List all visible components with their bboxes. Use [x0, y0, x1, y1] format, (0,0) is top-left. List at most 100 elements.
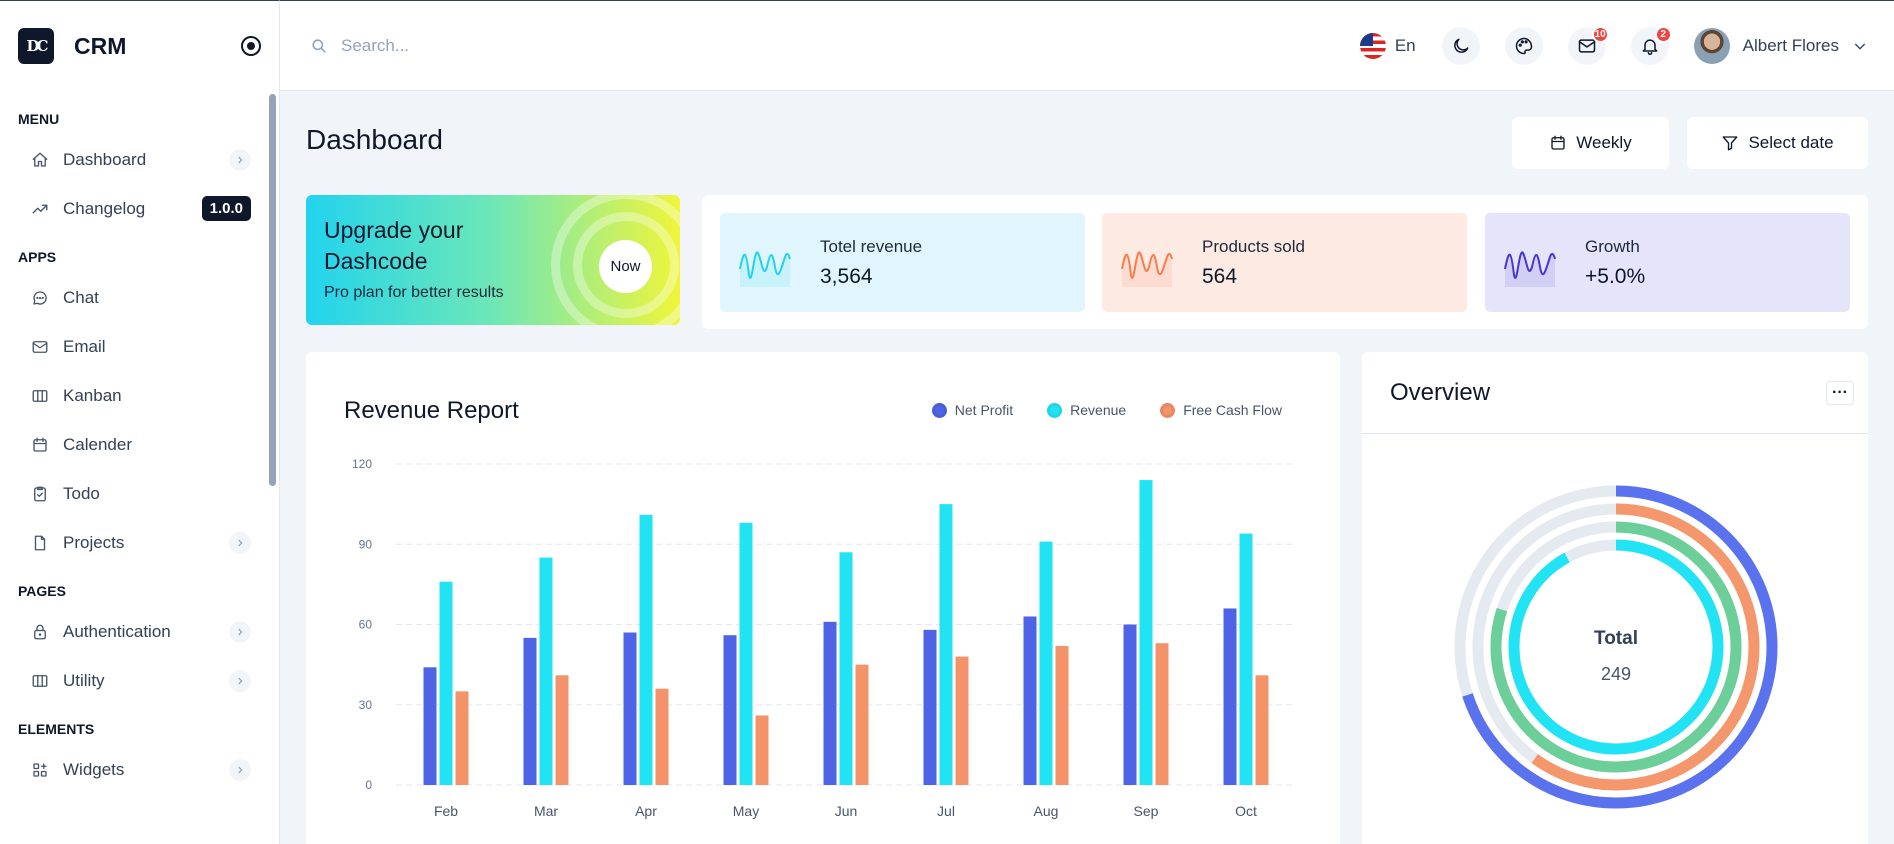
- bar-free-cash-flow-jun[interactable]: [855, 664, 869, 785]
- bar-revenue-sep[interactable]: [1139, 480, 1153, 785]
- weekly-button[interactable]: Weekly: [1512, 117, 1669, 169]
- section-title-elements: ELEMENTS: [18, 721, 95, 737]
- bar-free-cash-flow-may[interactable]: [755, 715, 769, 785]
- revenue-report-card: 0 30 60 90 120 Feb Mar Apr May Jun Jul Aug Sep Oct Re…: [306, 352, 1340, 844]
- select-date-label: Select date: [1748, 133, 1834, 152]
- language-label: En: [1394, 35, 1416, 55]
- upgrade-now-button[interactable]: Now: [599, 240, 652, 293]
- bar-free-cash-flow-sep[interactable]: [1155, 643, 1169, 785]
- bar-net-profit-mar[interactable]: [523, 637, 537, 785]
- notifications-button[interactable]: 2: [1630, 25, 1672, 65]
- home-icon: [30, 150, 50, 170]
- legend-item-net-profit[interactable]: Net Profit: [931, 402, 1013, 418]
- dark-mode-button[interactable]: [1441, 26, 1480, 65]
- x-tick-label: May: [733, 803, 759, 819]
- chevron-right-icon: [229, 531, 251, 554]
- x-tick-label: Oct: [1235, 803, 1257, 819]
- bar-revenue-oct[interactable]: [1239, 533, 1253, 785]
- bar-free-cash-flow-jul[interactable]: [955, 656, 969, 785]
- sidebar-item-chat[interactable]: Chat: [0, 273, 279, 322]
- sidebar-item-dashboard[interactable]: Dashboard: [0, 135, 279, 184]
- more-options-button[interactable]: ···: [1826, 380, 1854, 405]
- stat-label: Totel revenue: [820, 237, 923, 256]
- bar-free-cash-flow-feb[interactable]: [455, 691, 469, 785]
- calendar-icon: [1551, 135, 1565, 150]
- y-tick-label: 90: [359, 537, 373, 551]
- bar-revenue-jun[interactable]: [839, 552, 853, 785]
- y-tick-label: 60: [359, 618, 373, 632]
- stats-panel: Totel revenue 3,564 Products sold 564 Gr…: [702, 195, 1868, 329]
- legend-item-free-cash-flow[interactable]: Free Cash Flow: [1160, 402, 1282, 418]
- sidebar-item-utility[interactable]: Utility: [0, 656, 279, 705]
- bar-free-cash-flow-oct[interactable]: [1255, 675, 1269, 785]
- legend-item-revenue[interactable]: Revenue: [1047, 402, 1126, 418]
- bar-free-cash-flow-mar[interactable]: [555, 675, 569, 785]
- bar-revenue-jul[interactable]: [939, 504, 953, 785]
- bar-net-profit-oct[interactable]: [1223, 608, 1237, 785]
- us-flag-icon: [1359, 32, 1386, 59]
- stat-value: 3,564: [820, 265, 873, 288]
- sidebar-item-widgets[interactable]: Widgets: [0, 745, 279, 794]
- sidebar-item-authentication[interactable]: Authentication: [0, 607, 279, 656]
- bar-net-profit-jun[interactable]: [823, 621, 837, 785]
- upgrade-banner: Upgrade your Dashcode Pro plan for bette…: [306, 195, 680, 325]
- sidebar-item-label: Kanban: [63, 385, 122, 405]
- lock-icon: [30, 622, 50, 642]
- columns-icon: [30, 671, 50, 691]
- avatar: [1693, 27, 1730, 64]
- sidebar-collapse-toggle[interactable]: [241, 36, 261, 56]
- stat-value: +5.0%: [1585, 265, 1646, 288]
- x-tick-label: Jun: [835, 803, 858, 819]
- bar-free-cash-flow-aug[interactable]: [1055, 645, 1069, 785]
- bar-net-profit-jul[interactable]: [923, 629, 937, 785]
- sparkline-icon: [1504, 251, 1556, 287]
- legend-label: Free Cash Flow: [1183, 402, 1282, 418]
- bar-net-profit-aug[interactable]: [1023, 616, 1037, 785]
- x-tick-label: Feb: [434, 803, 458, 819]
- bar-revenue-aug[interactable]: [1039, 541, 1053, 785]
- overview-title: Overview: [1390, 378, 1491, 406]
- sidebar-item-label: Utility: [63, 670, 105, 690]
- chevron-right-icon: [229, 669, 251, 692]
- legend-marker: [931, 402, 947, 418]
- sidebar-item-label: Authentication: [63, 621, 171, 641]
- bar-revenue-apr[interactable]: [639, 514, 653, 785]
- sidebar-item-label: Changelog: [63, 198, 146, 218]
- bar-net-profit-sep[interactable]: [1123, 624, 1137, 786]
- bar-net-profit-feb[interactable]: [423, 667, 437, 785]
- sidebar-item-label: Projects: [63, 532, 125, 552]
- donut-total-label: Total: [1594, 628, 1638, 649]
- bar-revenue-feb[interactable]: [439, 581, 453, 785]
- bar-revenue-mar[interactable]: [539, 557, 553, 785]
- mail-button[interactable]: 10: [1567, 25, 1609, 65]
- user-menu[interactable]: Albert Flores: [1693, 27, 1868, 64]
- bar-free-cash-flow-apr[interactable]: [655, 688, 669, 785]
- overview-header: Overview ···: [1362, 352, 1868, 434]
- sidebar-item-todo[interactable]: Todo: [0, 469, 279, 518]
- language-selector[interactable]: En: [1359, 32, 1416, 59]
- search-bar: [310, 35, 810, 56]
- search-input[interactable]: [341, 35, 741, 56]
- clipboard-check-icon: [30, 484, 50, 504]
- sidebar-item-projects[interactable]: Projects: [0, 518, 279, 567]
- sparkline-icon: [739, 251, 791, 287]
- user-name: Albert Flores: [1742, 35, 1839, 55]
- sidebar-item-changelog[interactable]: Changelog 1.0.0: [0, 184, 279, 233]
- y-tick-label: 120: [352, 457, 372, 471]
- bar-revenue-may[interactable]: [739, 522, 753, 785]
- bar-net-profit-apr[interactable]: [623, 632, 637, 785]
- upgrade-title: Upgrade your Dashcode: [324, 217, 464, 274]
- section-title-pages: PAGES: [18, 583, 66, 599]
- select-date-button[interactable]: Select date: [1687, 117, 1868, 169]
- sidebar-scrollbar[interactable]: [269, 94, 276, 486]
- theme-palette-button[interactable]: [1504, 26, 1543, 65]
- sidebar-item-email[interactable]: Email: [0, 322, 279, 371]
- x-tick-label: Jul: [937, 803, 955, 819]
- stat-card-revenue: Totel revenue 3,564: [720, 213, 1085, 312]
- palette-icon: [1515, 37, 1532, 54]
- sidebar-item-calender[interactable]: Calender: [0, 420, 279, 469]
- sidebar-item-kanban[interactable]: Kanban: [0, 371, 279, 420]
- widgets-icon: [30, 760, 50, 780]
- bar-net-profit-may[interactable]: [723, 635, 737, 785]
- x-tick-label: Apr: [635, 803, 657, 819]
